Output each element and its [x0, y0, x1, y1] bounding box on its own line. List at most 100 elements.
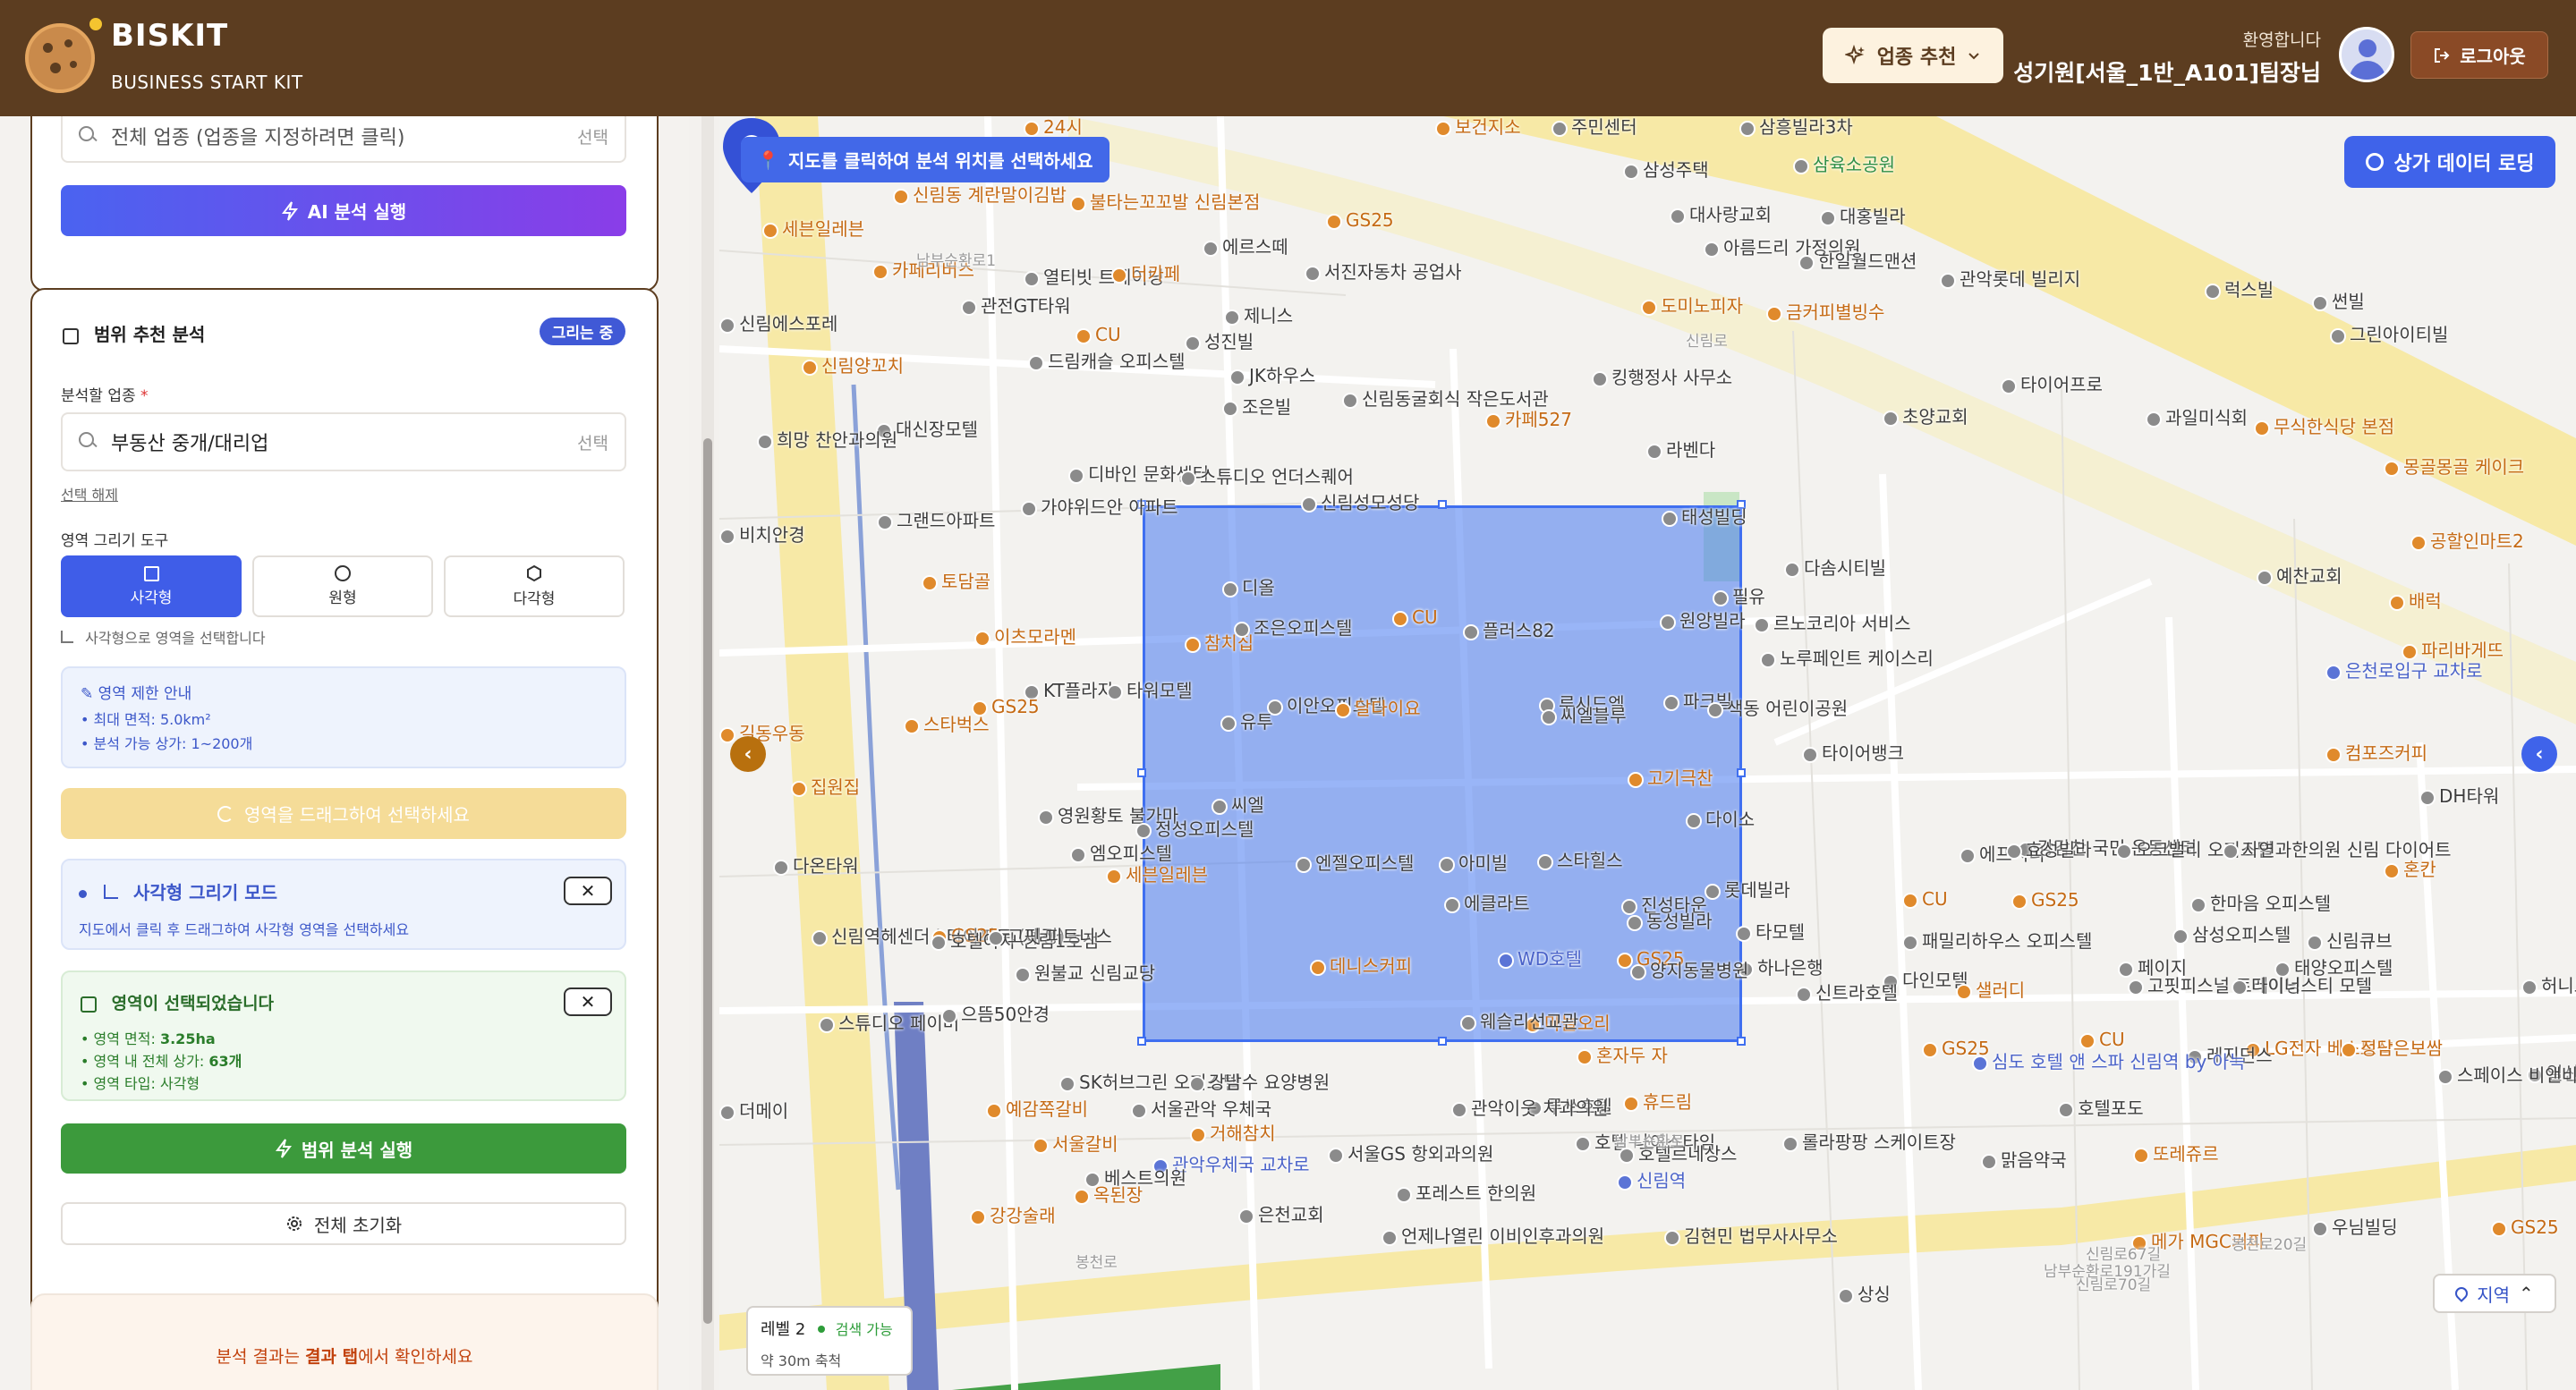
map-place-label[interactable]: 다솜시티빌	[1784, 557, 1886, 579]
map-place-label[interactable]: 삼성주택	[1623, 159, 1709, 181]
select-label[interactable]: 선택	[577, 124, 608, 148]
map-place-label[interactable]: 고기극찬	[1628, 767, 1713, 789]
map-place-label[interactable]: 르노코리아 서비스	[1754, 613, 1911, 634]
map-place-label[interactable]: 정담은보쌈	[2341, 1038, 2443, 1059]
map-place-label[interactable]: 초양교회	[1883, 406, 1968, 428]
map-place-label[interactable]: 비치안경	[719, 524, 805, 546]
map-place-label[interactable]: CU	[1902, 888, 1948, 910]
map-place-label[interactable]: 데니스커피	[1310, 955, 1412, 977]
map-place-label[interactable]: 노루페인트 케이스리	[1760, 648, 1934, 669]
map-place-label[interactable]: 예찬교회	[2257, 565, 2342, 587]
map-place-label[interactable]: 컴포즈커피	[2325, 742, 2427, 764]
map-place-label[interactable]: 원앙빌라	[1660, 610, 1746, 631]
map-place-label[interactable]: 은천로입구 교차로	[2325, 660, 2483, 682]
map-place-label[interactable]: 금커피별빙수	[1766, 301, 1884, 323]
map-place-label[interactable]: 타이어뱅크	[1802, 742, 1904, 764]
resize-handle[interactable]	[1438, 500, 1447, 509]
store-data-button[interactable]: 상가 데이터 로딩	[2344, 136, 2555, 188]
map-place-label[interactable]: 과일미식회	[2146, 407, 2248, 428]
map-place-label[interactable]: 럭스빌	[2205, 279, 2274, 301]
map-place-label[interactable]: 엔젤오피스텔	[1296, 852, 1414, 874]
ai-analysis-button[interactable]: AI 분석 실행	[61, 185, 626, 236]
map-place-label[interactable]: 토담골	[922, 571, 990, 592]
select-label[interactable]: 선택	[577, 430, 608, 454]
map-place-label[interactable]: 한마음 오피스텔	[2190, 893, 2331, 914]
map-place-label[interactable]: 파리바게뜨	[2402, 640, 2504, 661]
map-place-label[interactable]: 옥된장	[1074, 1184, 1143, 1206]
map-place-label[interactable]: 주민센터	[1552, 116, 1637, 138]
map-place-label[interactable]: 신림성모성당	[1301, 492, 1419, 513]
map-place-label[interactable]: 맑음약국	[1981, 1149, 2067, 1171]
map-place-label[interactable]: 세븐일레븐	[1106, 864, 1208, 886]
map-place-label[interactable]: 에클라트	[1444, 893, 1530, 914]
map-place-label[interactable]: 신림동굴회식 작은도서관	[1342, 388, 1549, 410]
map-place-label[interactable]: 다이너스티 모텔	[2232, 975, 2372, 996]
map-place-label[interactable]: 불타는꼬꼬발 신림본점	[1070, 191, 1260, 213]
map-place-label[interactable]: 필유	[1713, 586, 1765, 607]
map-place-label[interactable]: 강남수 요양병원	[1189, 1072, 1330, 1093]
map-place-label[interactable]: 타모텔	[1736, 921, 1805, 943]
map-place-label[interactable]: 드림캐슬 오피스텔	[1028, 351, 1186, 372]
map-place-label[interactable]: 삼육소공원	[1793, 154, 1895, 175]
map-place-label[interactable]: 씨엘	[1211, 794, 1264, 816]
map-place-label[interactable]: 은천교회	[1238, 1204, 1324, 1225]
map-place-label[interactable]: 서울GS 항외과의원	[1328, 1143, 1493, 1165]
map-place-label[interactable]: 원불교 신림교당	[1015, 962, 1155, 984]
tool-rectangle-button[interactable]: 사각형	[61, 555, 242, 617]
map-place-label[interactable]: 더카페	[1111, 263, 1180, 284]
map-place-label[interactable]: 서진자동차 공업사	[1305, 261, 1462, 283]
map-place-label[interactable]: 스타힐스	[1537, 850, 1623, 871]
map-place-label[interactable]: 효성빌라	[2006, 839, 2092, 860]
map-place-label[interactable]: 호텔포도	[2058, 1098, 2144, 1119]
map-place-label[interactable]: 봉천로20길	[2232, 1234, 2307, 1256]
business-search-input[interactable]: 전체 업종 (업종을 지정하려면 클릭) 선택	[61, 116, 626, 163]
map-place-label[interactable]: 조은빌	[1222, 396, 1291, 418]
map-place-label[interactable]: 한일월드맨션	[1798, 250, 1917, 272]
range-analysis-button[interactable]: 범위 분석 실행	[61, 1123, 626, 1174]
map-place-label[interactable]: 자연과한의원 신림 다이어트	[2223, 839, 2452, 860]
map-place-label[interactable]: 신림역	[1617, 1170, 1686, 1191]
map-place-label[interactable]: 서울관악 우체국	[1131, 1098, 1271, 1120]
resize-handle[interactable]	[1737, 768, 1746, 777]
map-place-label[interactable]: 삼흥빌라3차	[1739, 116, 1853, 138]
map-place-label[interactable]: 샐러디	[1956, 979, 2025, 1001]
map-place-label[interactable]: 남부순환로	[1614, 1131, 1684, 1153]
map-place-label[interactable]: 또레쥬르	[2133, 1143, 2219, 1165]
map-place-label[interactable]: 디올	[1222, 577, 1275, 598]
map-place-label[interactable]: 그린아이티빌	[2330, 324, 2448, 345]
map-place-label[interactable]: 패밀리하우스 오피스텔	[1902, 930, 2092, 952]
map-place-label[interactable]: 양지동물병원	[1630, 960, 1748, 981]
map-place-label[interactable]: 관전GT타워	[961, 295, 1071, 317]
map-place-label[interactable]: 혼자두 자	[1577, 1045, 1668, 1066]
map-place-label[interactable]: 타워모텔	[1107, 680, 1193, 701]
map-place-label[interactable]: 신림로	[1686, 331, 1728, 352]
map-place-label[interactable]: 24시	[1024, 116, 1083, 138]
map-place-label[interactable]: 심도 호텔 앤 스파 신림역 by 아늑	[1972, 1051, 2245, 1072]
logout-button[interactable]: 로그아웃	[2410, 31, 2548, 79]
map-place-label[interactable]: 신트라호텔	[1796, 982, 1898, 1004]
map-place-label[interactable]: 김현민 법무사사무소	[1664, 1225, 1838, 1247]
map-place-label[interactable]: WD호텔	[1498, 948, 1582, 970]
map-place-label[interactable]: 휴드림	[1623, 1091, 1692, 1113]
map-place-label[interactable]: 허니모텔	[2521, 975, 2576, 996]
map-place-label[interactable]: 희망 찬안과의원	[757, 429, 897, 451]
map-place-label[interactable]: 가야위드안 아파트	[1021, 496, 1178, 518]
map-place-label[interactable]: 우님빌딩	[2312, 1216, 2398, 1238]
map-place-label[interactable]: 거해참치	[1190, 1123, 1276, 1144]
map-place-label[interactable]: 예감쪽갈비	[986, 1098, 1088, 1120]
map-place-label[interactable]: 플러스82	[1463, 620, 1555, 641]
map-place-label[interactable]: CU	[1392, 606, 1438, 628]
map-place-label[interactable]: 더메이	[719, 1100, 788, 1122]
map-place-label[interactable]: 남부순환로191가길	[2044, 1261, 2171, 1283]
map-place-label[interactable]: 으뜸50안경	[941, 1004, 1050, 1025]
map-place-label[interactable]: 대홍빌라	[1820, 206, 1906, 227]
map-place-label[interactable]: 신림동 계란말이김밥	[893, 184, 1067, 206]
map-place-label[interactable]: 서울갈비	[1033, 1133, 1118, 1155]
map-view[interactable]: 24시 보건지소 주민센터 삼흥빌라3차 삼육소공원 신림동 계란말이김밥 불타는꼬꼬발 신…	[719, 116, 2576, 1390]
map-place-label[interactable]: 신림큐브	[2307, 930, 2393, 952]
sidebar-scrollbar-thumb[interactable]	[703, 438, 712, 1324]
map-place-label[interactable]: 몽골몽골 케이크	[2384, 456, 2524, 478]
map-place-label[interactable]: 색동 어린이공원	[1707, 698, 1848, 719]
map-place-label[interactable]: 세븐일레븐	[762, 218, 864, 240]
map-place-label[interactable]: 태성빌딩	[1662, 506, 1747, 528]
